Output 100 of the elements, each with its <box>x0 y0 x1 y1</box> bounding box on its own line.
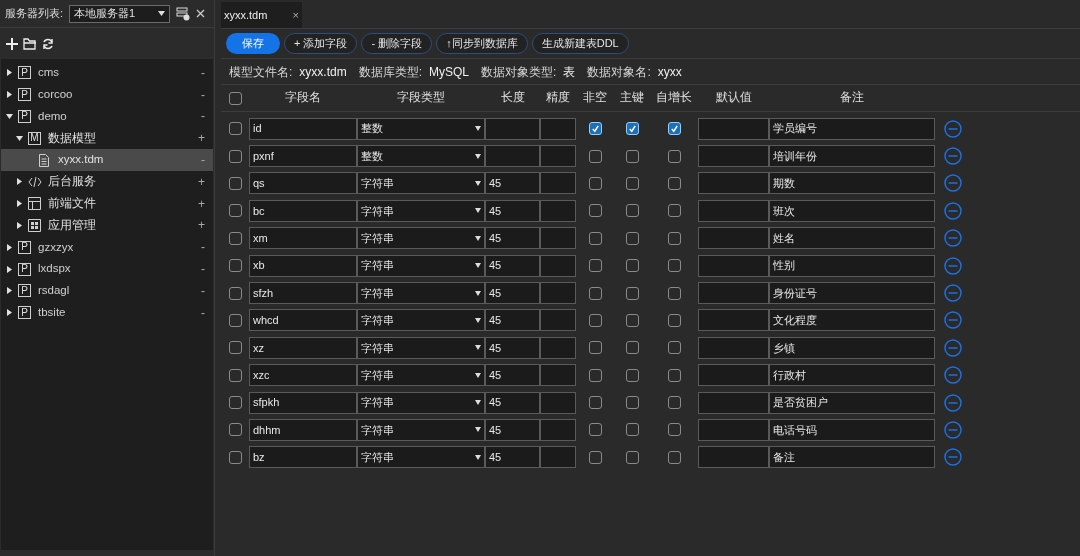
toolbar-button[interactable]: ↑同步到数据库 <box>436 33 528 54</box>
remove-icon[interactable] <box>944 448 962 467</box>
note-input[interactable]: 期数 <box>769 172 935 195</box>
field-type-select[interactable]: 字符串 <box>357 282 485 305</box>
note-input[interactable]: 班次 <box>769 199 935 222</box>
not-null-checkbox[interactable] <box>588 396 602 410</box>
tree-item[interactable]: P demo - <box>1 105 213 128</box>
folder-icon[interactable] <box>23 37 37 50</box>
tree-action[interactable]: - <box>201 281 205 300</box>
field-type-select[interactable]: 字符串 <box>357 391 485 414</box>
not-null-checkbox[interactable] <box>588 423 602 437</box>
row-checkbox[interactable] <box>229 341 242 355</box>
auto-increment-checkbox[interactable] <box>667 423 681 437</box>
not-null-checkbox[interactable] <box>588 286 602 300</box>
primary-key-checkbox[interactable] <box>625 396 639 410</box>
row-checkbox[interactable] <box>229 396 242 410</box>
not-null-checkbox[interactable] <box>588 313 602 327</box>
remove-icon[interactable] <box>944 338 962 357</box>
length-input[interactable]: 45 <box>485 199 540 222</box>
tree-item[interactable]: 前端文件 + <box>1 192 213 215</box>
precision-input[interactable] <box>540 199 576 222</box>
remove-icon[interactable] <box>944 393 962 412</box>
field-name-input[interactable]: dhhm <box>249 419 357 441</box>
field-type-select[interactable]: 字符串 <box>357 227 485 250</box>
tree-item[interactable]: P tbsite - <box>1 301 213 324</box>
remove-icon[interactable] <box>944 174 962 193</box>
precision-input[interactable] <box>540 227 576 250</box>
remove-icon[interactable] <box>944 366 962 385</box>
remove-icon[interactable] <box>944 147 962 166</box>
note-input[interactable]: 学员编号 <box>769 117 935 140</box>
field-name-input[interactable]: xm <box>249 227 357 250</box>
remove-icon[interactable] <box>944 201 962 220</box>
not-null-checkbox[interactable] <box>588 450 602 464</box>
remove-icon[interactable] <box>944 229 962 248</box>
tree-item[interactable]: P corcoo - <box>1 83 213 106</box>
primary-key-checkbox[interactable] <box>625 259 639 273</box>
primary-key-checkbox[interactable] <box>625 423 639 437</box>
field-type-select[interactable]: 字符串 <box>357 364 485 387</box>
length-input[interactable]: 45 <box>485 309 540 332</box>
not-null-checkbox[interactable] <box>588 149 602 163</box>
auto-increment-checkbox[interactable] <box>667 231 681 245</box>
tree-action[interactable]: - <box>201 238 205 257</box>
note-input[interactable]: 乡镇 <box>769 336 935 359</box>
row-checkbox[interactable] <box>229 231 242 245</box>
length-input[interactable]: 45 <box>485 282 540 305</box>
tree-item[interactable]: P rsdagl - <box>1 279 213 302</box>
auto-increment-checkbox[interactable] <box>667 341 681 355</box>
caret-right-icon[interactable] <box>16 221 23 229</box>
tree-item[interactable]: xyxx.tdm - <box>1 149 213 171</box>
field-type-select[interactable]: 字符串 <box>357 254 485 277</box>
toolbar-button[interactable]: + 添加字段 <box>284 33 358 54</box>
length-input[interactable]: 45 <box>485 446 540 469</box>
default-value-input[interactable] <box>698 419 769 441</box>
note-input[interactable]: 备注 <box>769 446 935 469</box>
auto-increment-checkbox[interactable] <box>667 450 681 464</box>
precision-input[interactable] <box>540 446 576 469</box>
row-checkbox[interactable] <box>229 286 242 300</box>
precision-input[interactable] <box>540 254 576 277</box>
field-name-input[interactable]: qs <box>249 172 357 195</box>
field-type-select[interactable]: 字符串 <box>357 446 485 469</box>
field-name-input[interactable]: id <box>249 117 357 140</box>
toolbar-button[interactable]: 保存 <box>226 33 280 54</box>
not-null-checkbox[interactable] <box>588 341 602 355</box>
remove-icon[interactable] <box>944 256 962 275</box>
tree-action[interactable]: - <box>201 107 205 126</box>
note-input[interactable]: 是否贫困户 <box>769 391 935 414</box>
precision-input[interactable] <box>540 117 576 140</box>
tree-action[interactable]: - <box>201 260 205 279</box>
precision-input[interactable] <box>540 336 576 359</box>
row-checkbox[interactable] <box>229 149 242 163</box>
primary-key-checkbox[interactable] <box>625 149 639 163</box>
note-input[interactable]: 行政村 <box>769 364 935 387</box>
auto-increment-checkbox[interactable] <box>667 396 681 410</box>
field-type-select[interactable]: 整数 <box>357 117 485 140</box>
caret-right-icon[interactable] <box>6 287 13 295</box>
remove-icon[interactable] <box>944 311 962 330</box>
tree-action[interactable]: - <box>201 63 205 82</box>
auto-increment-checkbox[interactable] <box>667 122 681 136</box>
not-null-checkbox[interactable] <box>588 204 602 218</box>
caret-right-icon[interactable] <box>6 243 13 251</box>
precision-input[interactable] <box>540 391 576 414</box>
tree-action[interactable]: - <box>201 85 205 104</box>
auto-increment-checkbox[interactable] <box>667 204 681 218</box>
default-value-input[interactable] <box>698 117 769 140</box>
length-input[interactable]: 45 <box>485 172 540 195</box>
remove-icon[interactable] <box>944 119 962 138</box>
toolbar-button[interactable]: - 删除字段 <box>361 33 433 54</box>
not-null-checkbox[interactable] <box>588 231 602 245</box>
caret-right-icon[interactable] <box>6 69 13 77</box>
field-type-select[interactable]: 整数 <box>357 145 485 168</box>
primary-key-checkbox[interactable] <box>625 122 639 136</box>
default-value-input[interactable] <box>698 364 769 387</box>
field-name-input[interactable]: sfpkh <box>249 391 357 414</box>
auto-increment-checkbox[interactable] <box>667 368 681 382</box>
row-checkbox[interactable] <box>229 259 242 273</box>
field-name-input[interactable]: whcd <box>249 309 357 332</box>
caret-right-icon[interactable] <box>6 91 13 99</box>
tree-item[interactable]: P lxdspx - <box>1 258 213 280</box>
note-input[interactable]: 性别 <box>769 254 935 277</box>
auto-increment-checkbox[interactable] <box>667 286 681 300</box>
